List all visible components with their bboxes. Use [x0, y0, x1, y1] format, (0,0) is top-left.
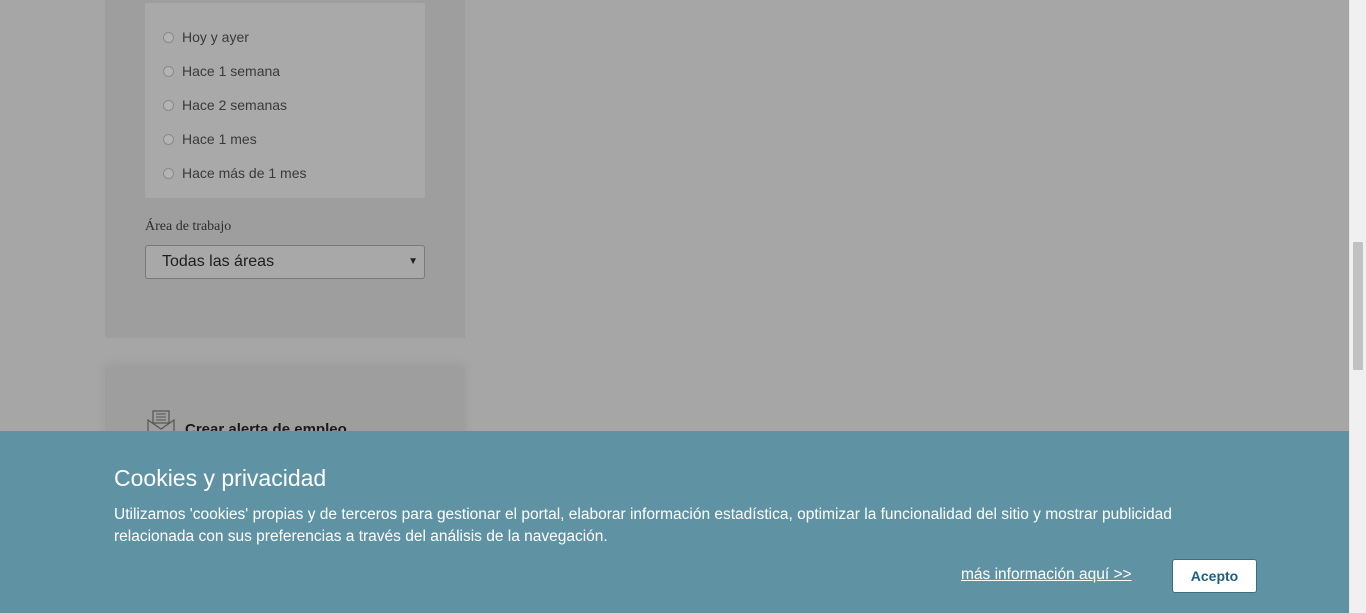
- date-option-over-1-month[interactable]: Hace más de 1 mes: [163, 163, 307, 183]
- scrollbar-thumb[interactable]: [1353, 242, 1363, 370]
- accept-button[interactable]: Acepto: [1172, 559, 1257, 593]
- date-option-1-week[interactable]: Hace 1 semana: [163, 61, 280, 81]
- date-option-label: Hace más de 1 mes: [182, 165, 307, 181]
- cookie-text: Utilizamos 'cookies' propias y de tercer…: [114, 506, 1172, 545]
- radio-button[interactable]: [163, 133, 174, 145]
- filter-panel: Hoy y ayer Hace 1 semana Hace 2 semanas …: [105, 0, 465, 338]
- date-option-1-month[interactable]: Hace 1 mes: [163, 129, 257, 149]
- area-label: Área de trabajo: [145, 219, 232, 234]
- date-option-label: Hace 1 mes: [182, 131, 257, 147]
- radio-button[interactable]: [163, 99, 174, 111]
- date-option-label: Hace 2 semanas: [182, 97, 288, 113]
- date-option-today[interactable]: Hoy y ayer: [163, 27, 249, 47]
- cookie-title: Cookies y privacidad: [114, 465, 327, 491]
- more-info-link[interactable]: más información aquí >>: [961, 566, 1132, 584]
- cookie-banner: Cookies y privacidad Utilizamos 'cookies…: [0, 431, 1349, 613]
- page-scrollbar[interactable]: [1349, 0, 1366, 613]
- date-option-label: Hace 1 semana: [182, 63, 281, 79]
- area-selected-value: Todas las áreas: [162, 253, 275, 270]
- radio-button[interactable]: [163, 65, 174, 77]
- caret-down-icon: ▼: [408, 256, 418, 267]
- area-select[interactable]: Todas las áreas ▼: [145, 245, 425, 279]
- date-option-2-weeks[interactable]: Hace 2 semanas: [163, 95, 287, 115]
- date-filter-box: Hoy y ayer Hace 1 semana Hace 2 semanas …: [145, 3, 425, 198]
- radio-button[interactable]: [163, 167, 174, 179]
- radio-button[interactable]: [163, 31, 174, 43]
- date-option-label: Hoy y ayer: [182, 29, 249, 45]
